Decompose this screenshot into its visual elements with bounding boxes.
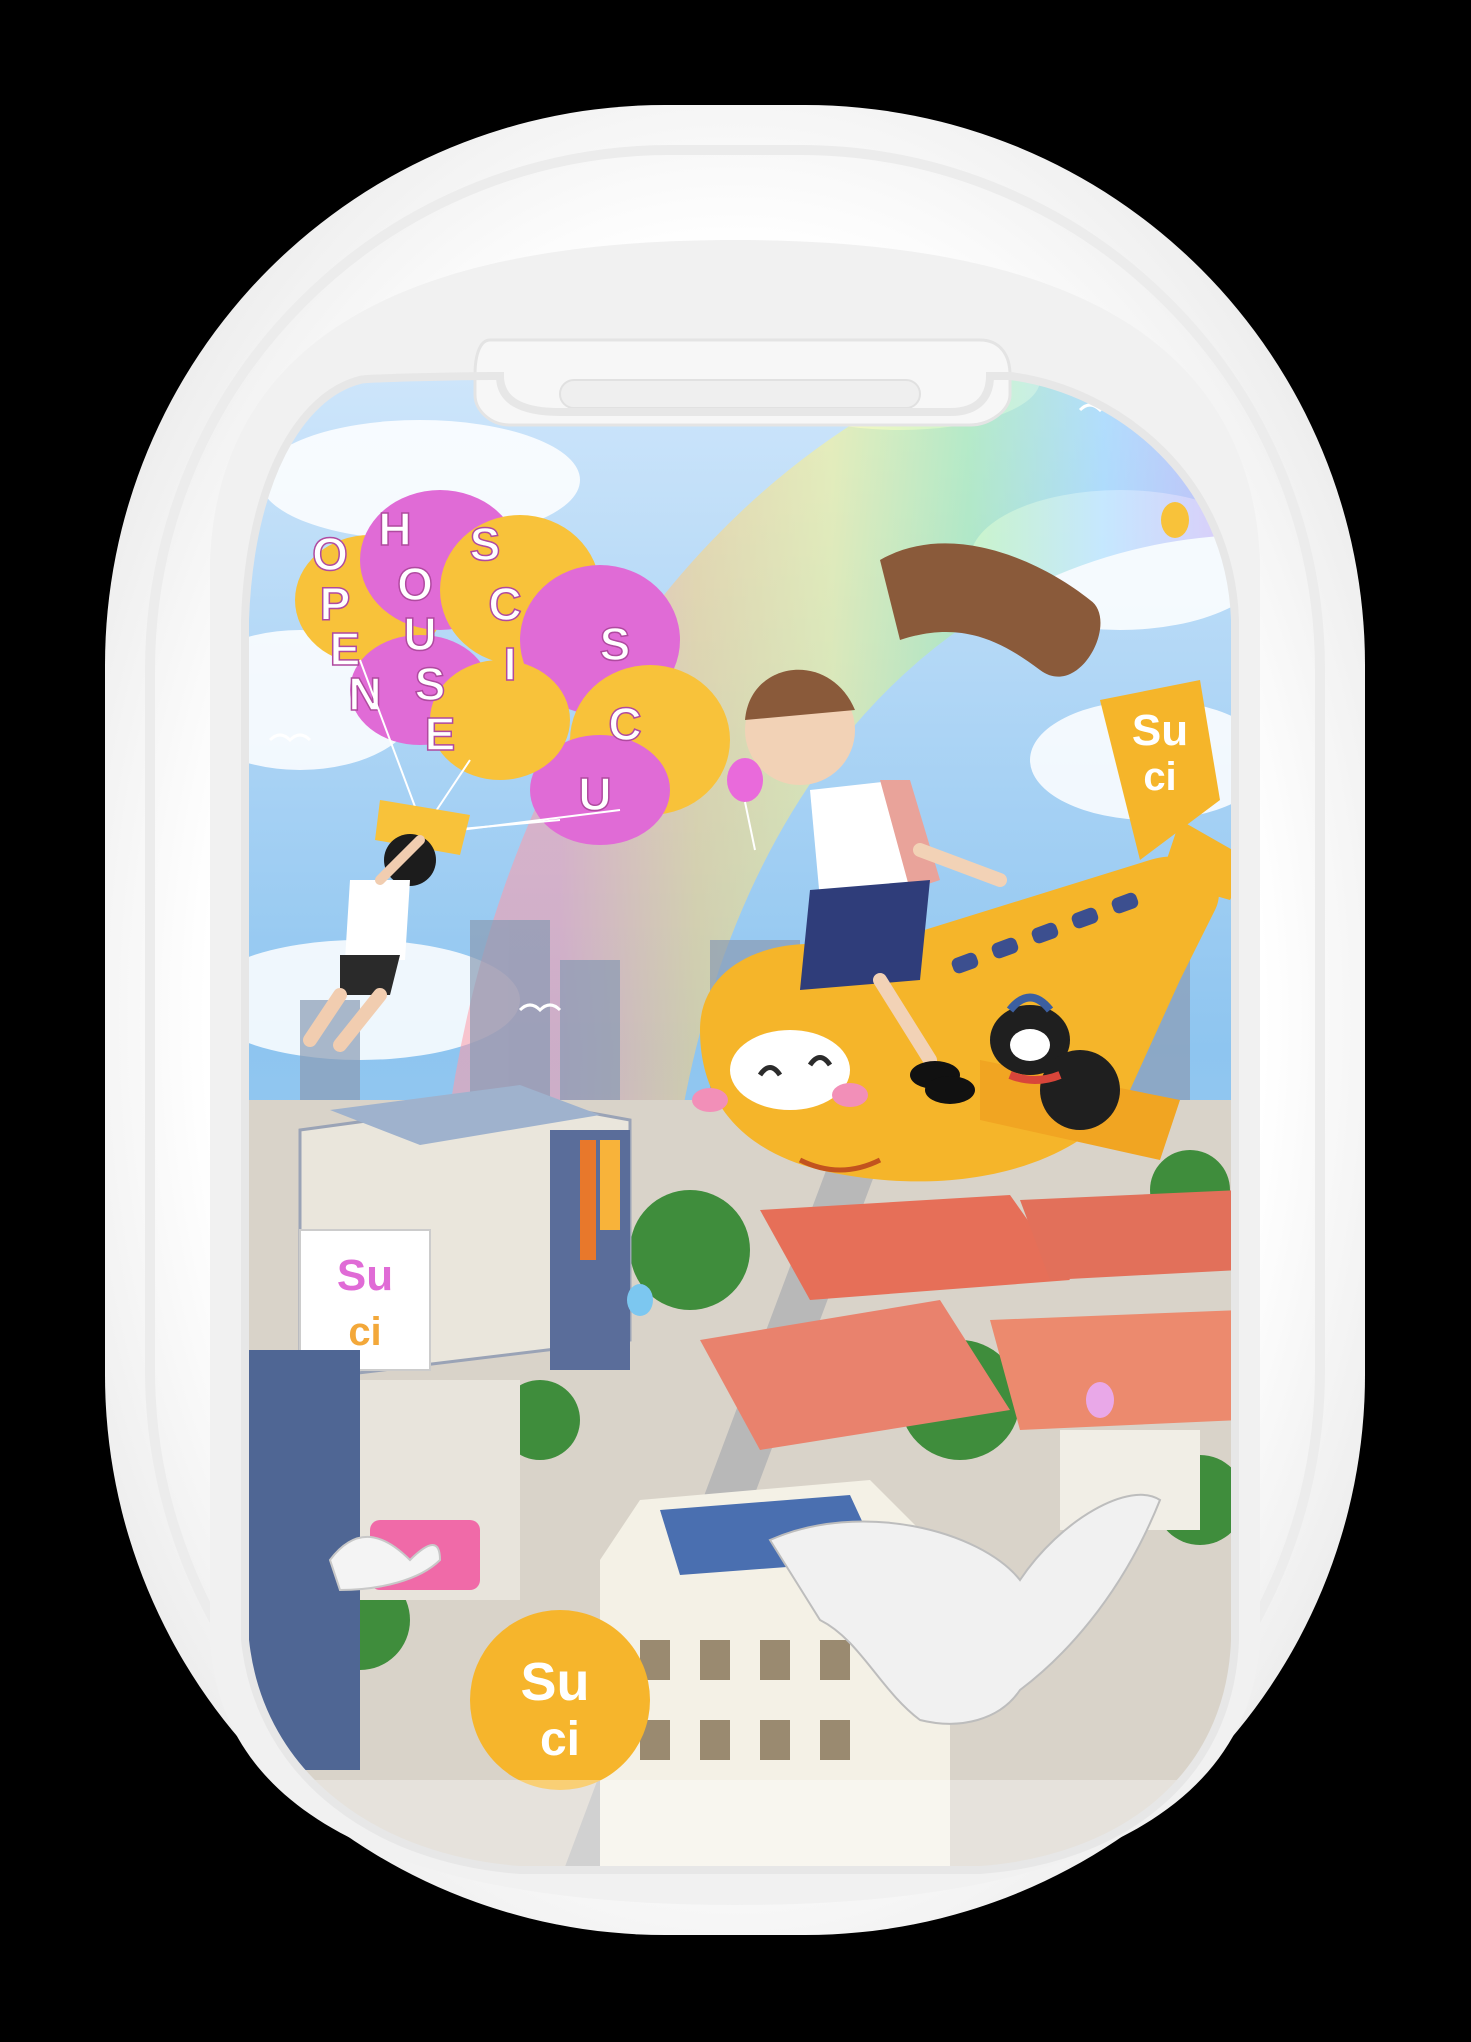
illustration-canvas: Su ci O P E N H O U S E S C I S C U Su c… [105,105,1365,1935]
balloon-letter: O [397,558,433,610]
balloon-letter: S [470,518,501,570]
balloon-letter: I [504,638,517,690]
balloon-letter: S [415,658,446,710]
window-scene: Su ci O P E N H O U S E S C I S C U Su c… [245,376,1235,1870]
balloon-letter: E [425,708,456,760]
balloon-letter: H [378,503,411,555]
airplane-window-illustration: Su ci O P E N H O U S E S C I S C U Su c… [0,0,1471,2042]
banner-logo-bottom: ci [348,1310,381,1354]
badge-logo-bottom: ci [540,1713,580,1766]
badge-logo-top: Su [520,1652,589,1712]
banner-logo-top: Su [337,1251,393,1300]
plane-logo-top: Su [1132,706,1188,755]
balloon-letter: C [608,698,641,750]
building-banner: Su ci [299,1229,431,1371]
balloon-letter: S [600,618,631,670]
balloon-letter: C [488,578,521,630]
sci-badge: Su ci [470,1610,650,1790]
plane-logo-bottom: ci [1143,755,1176,799]
balloon-letter: O [312,528,348,580]
balloon-letter: U [403,608,436,660]
